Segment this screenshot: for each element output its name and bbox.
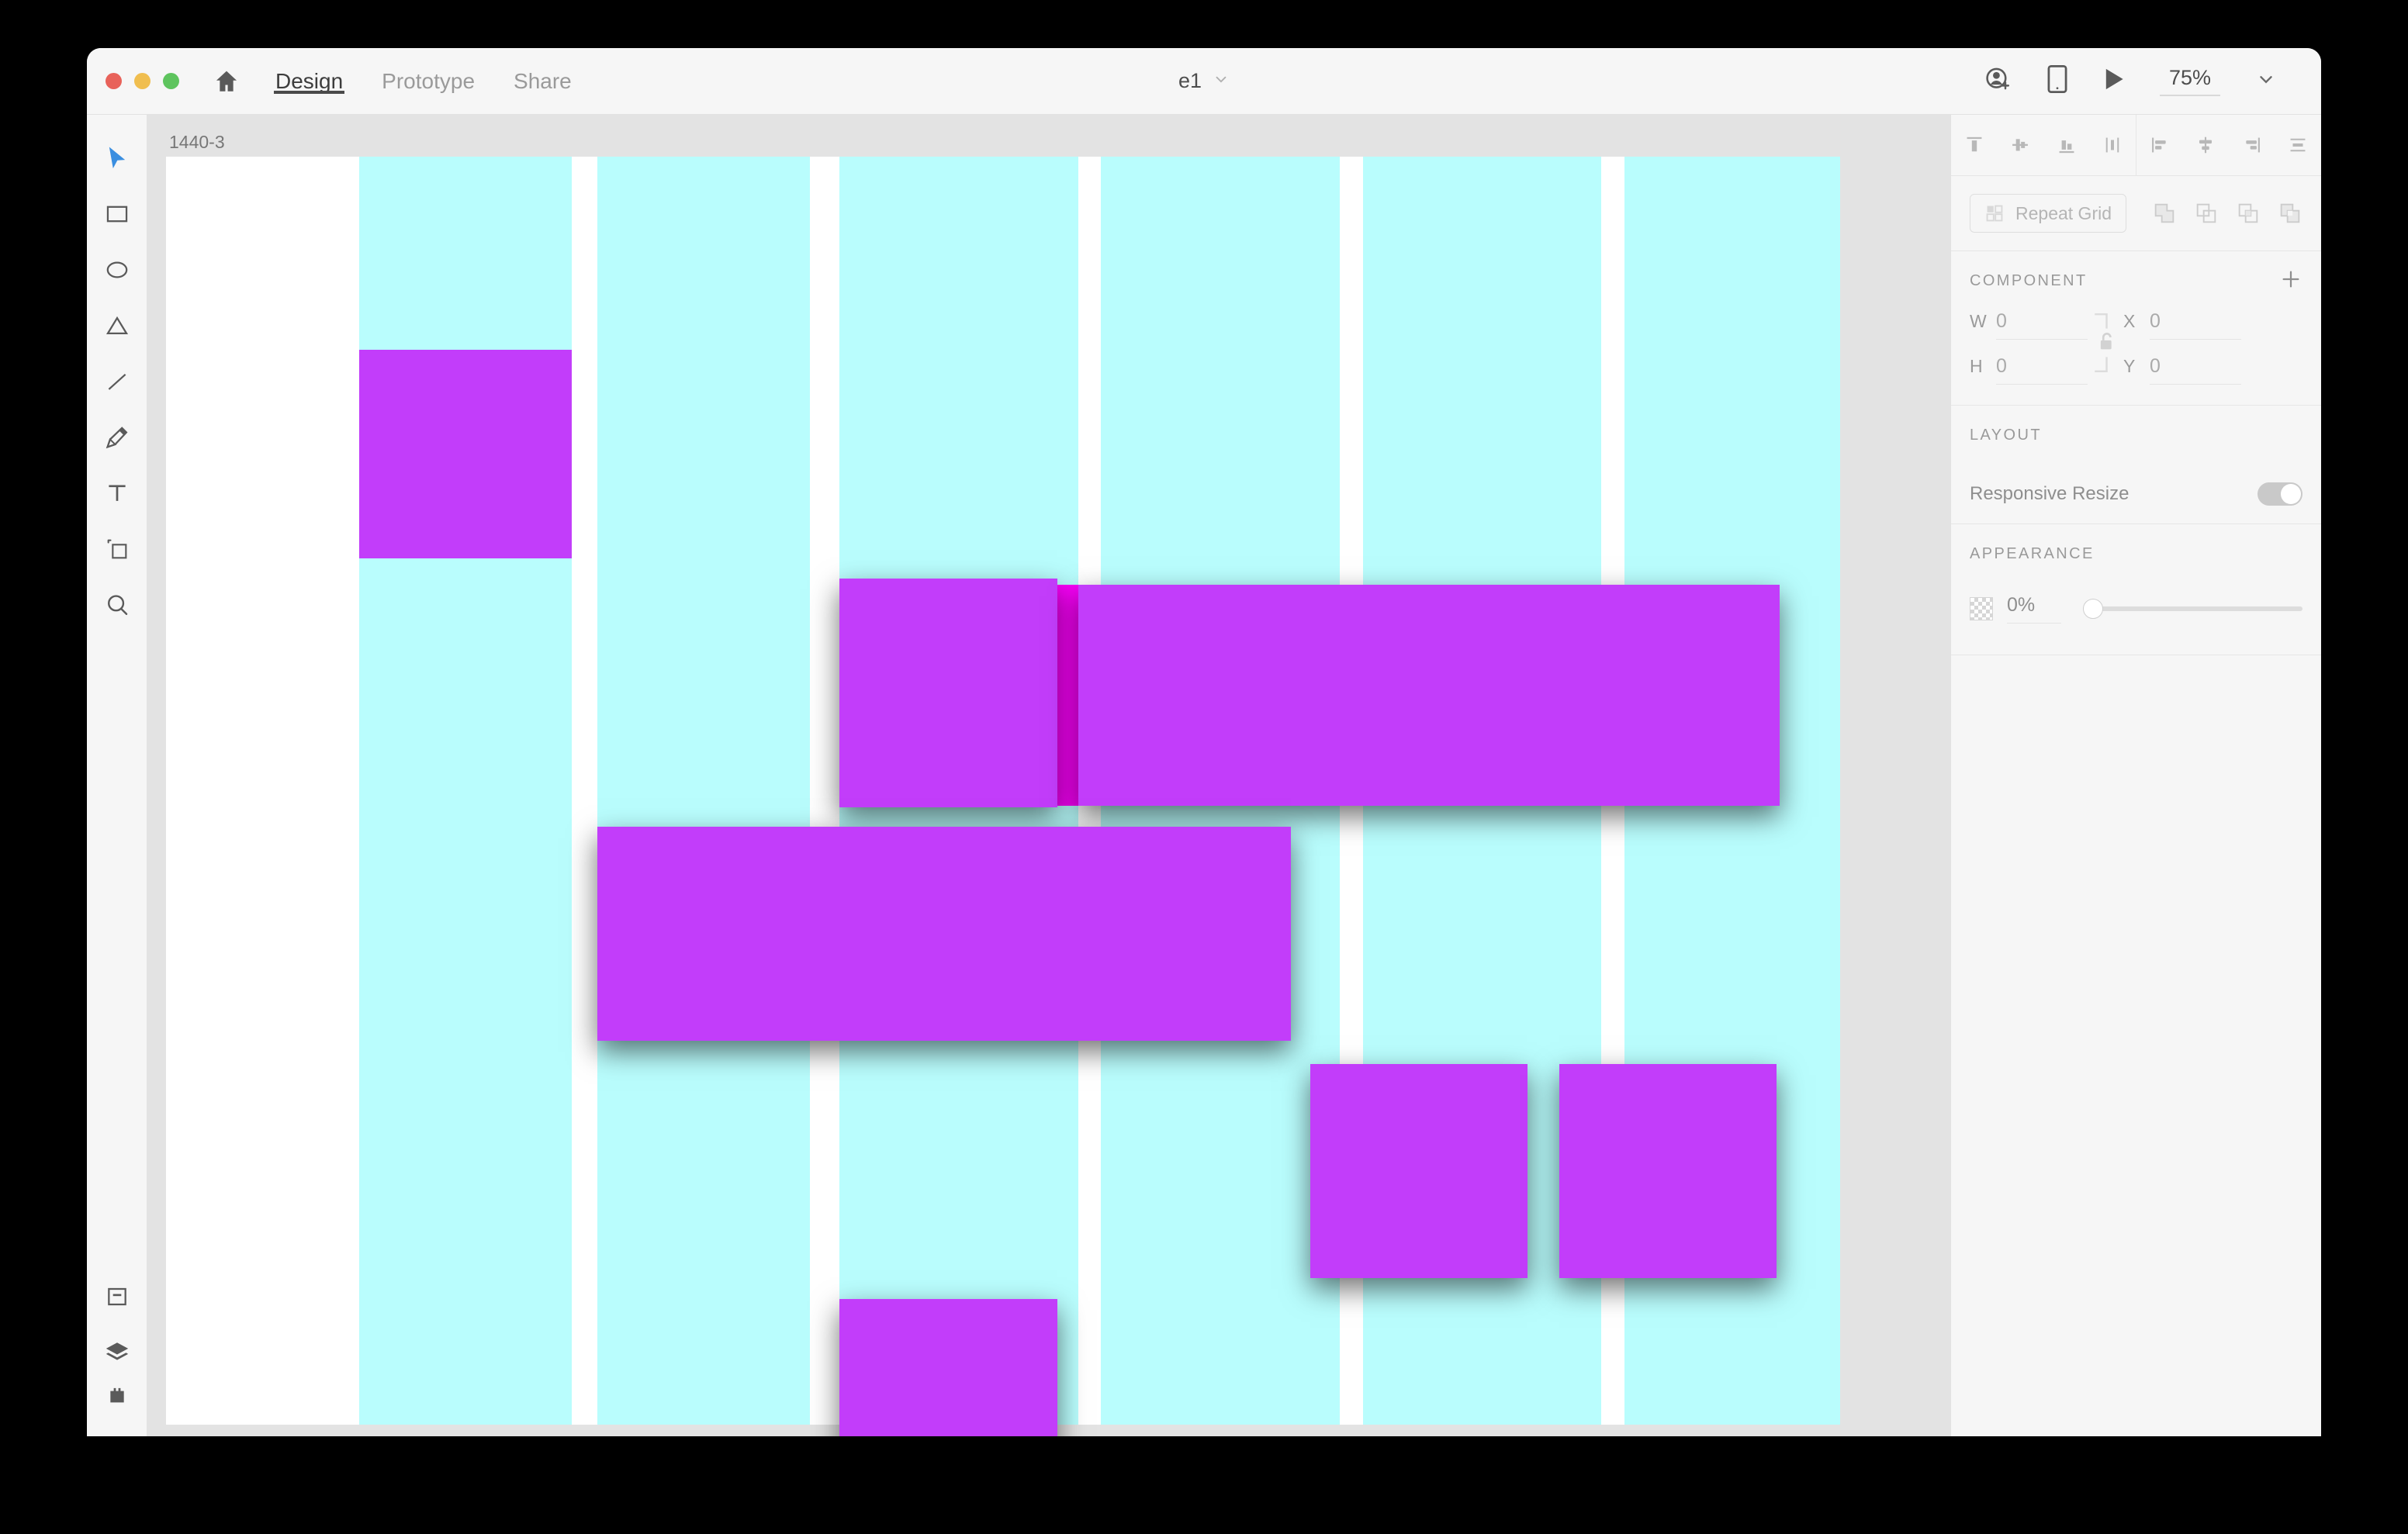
rectangle-tool[interactable]	[87, 186, 147, 242]
height-label: H	[1970, 356, 1983, 376]
mode-tabs: Design Prototype Share	[274, 48, 573, 114]
alignment-section	[1951, 115, 2321, 176]
transparency-checker-icon	[1970, 597, 1993, 620]
opacity-slider[interactable]	[2083, 597, 2302, 620]
block-band-upper[interactable]	[1078, 585, 1780, 806]
opacity-slider-track	[2083, 606, 2302, 611]
y-field[interactable]: Y 0	[2123, 355, 2241, 385]
tab-design[interactable]: Design	[274, 48, 345, 114]
tab-share[interactable]: Share	[512, 48, 573, 114]
x-field[interactable]: X 0	[2123, 310, 2241, 340]
block-col3-mid[interactable]	[839, 578, 1057, 807]
align-middle-icon[interactable]	[2010, 135, 2030, 155]
artboard-name-label[interactable]: 1440-3	[169, 132, 225, 153]
x-label: X	[2123, 311, 2136, 331]
block-col3-bottom[interactable]	[839, 1299, 1057, 1436]
design-canvas[interactable]: 1440-3	[147, 115, 1950, 1436]
component-section-title: COMPONENT	[1970, 271, 2088, 289]
opacity-value[interactable]: 0%	[2007, 594, 2061, 624]
zoom-control: 75%	[2160, 66, 2276, 96]
grid-column-1[interactable]	[358, 157, 572, 1425]
chevron-down-icon[interactable]	[1213, 71, 1230, 92]
line-tool[interactable]	[87, 354, 147, 409]
align-bottom-icon[interactable]	[2057, 135, 2077, 155]
ellipse-tool[interactable]	[87, 242, 147, 298]
block-col1[interactable]	[358, 349, 572, 559]
component-section: COMPONENT W 0 X 0 H 0 Y 0	[1951, 251, 2321, 406]
assets-panel-button[interactable]	[87, 1269, 147, 1325]
height-field[interactable]: H 0	[1970, 355, 2088, 385]
layout-section: LAYOUT Responsive Resize	[1951, 406, 2321, 524]
appearance-section-title: APPEARANCE	[1970, 544, 2095, 562]
width-input[interactable]: 0	[1996, 310, 2088, 340]
responsive-resize-row: Responsive Resize	[1951, 465, 2321, 523]
document-title-label: e1	[1178, 69, 1202, 92]
artboard-1440-3[interactable]	[166, 157, 1840, 1436]
plugins-panel-button[interactable]	[87, 1380, 147, 1436]
layout-section-title: LAYOUT	[1970, 426, 2042, 444]
align-center-icon[interactable]	[2195, 135, 2216, 155]
align-horizontal-group	[2136, 115, 2321, 175]
opacity-row: 0%	[1951, 583, 2321, 655]
zoom-chevron-down-icon[interactable]	[2256, 69, 2276, 93]
plus-icon[interactable]	[2279, 268, 2302, 295]
repeat-grid-button[interactable]: Repeat Grid	[1970, 194, 2127, 233]
opacity-slider-knob[interactable]	[2083, 599, 2103, 619]
minimize-window-button[interactable]	[134, 73, 150, 89]
grid-column-2[interactable]	[597, 157, 811, 1425]
titlebar-actions: 75%	[1984, 65, 2276, 97]
y-label: Y	[2123, 356, 2136, 376]
pen-tool[interactable]	[87, 409, 147, 465]
repeat-grid-section: Repeat Grid	[1951, 176, 2321, 251]
y-input[interactable]: 0	[2150, 355, 2241, 385]
repeat-grid-label: Repeat Grid	[2015, 202, 2112, 223]
transform-fields: W 0 X 0 H 0 Y 0	[1951, 310, 2321, 405]
boolean-subtract-icon[interactable]	[2194, 201, 2219, 226]
maximize-window-button[interactable]	[163, 73, 179, 89]
invite-user-icon[interactable]	[1984, 65, 2012, 97]
play-preview-icon[interactable]	[2102, 67, 2126, 95]
align-right-icon[interactable]	[2242, 135, 2262, 155]
device-preview-icon[interactable]	[2046, 65, 2068, 97]
title-bar: Design Prototype Share e1 75%	[87, 48, 2321, 115]
layers-panel-button[interactable]	[87, 1325, 147, 1380]
appearance-section: APPEARANCE 0%	[1951, 524, 2321, 655]
left-toolbar	[87, 115, 147, 1436]
app-body: 1440-3 Repeat Grid COMPONENT W 0 X 0 H 0…	[87, 115, 2321, 1436]
unlocked-padlock-icon	[2100, 333, 2112, 350]
underlay-strip-1	[1057, 585, 1081, 806]
block-col5-low[interactable]	[1310, 1063, 1528, 1278]
responsive-resize-toggle[interactable]	[2258, 482, 2302, 506]
tab-prototype[interactable]: Prototype	[380, 48, 476, 114]
width-label: W	[1970, 311, 1987, 331]
responsive-resize-label: Responsive Resize	[1970, 483, 2129, 504]
align-left-icon[interactable]	[2150, 135, 2170, 155]
polygon-tool[interactable]	[87, 298, 147, 354]
block-band-lower[interactable]	[597, 827, 1291, 1042]
xd-window: Design Prototype Share e1 75% 1440-3 Rep…	[87, 48, 2321, 1436]
x-input[interactable]: 0	[2150, 310, 2241, 340]
distribute-vertical-icon[interactable]	[2102, 135, 2123, 155]
height-input[interactable]: 0	[1996, 355, 2088, 385]
home-icon[interactable]	[213, 68, 240, 95]
zoom-level-value[interactable]: 75%	[2160, 66, 2220, 96]
distribute-horizontal-icon[interactable]	[2288, 135, 2308, 155]
text-tool[interactable]	[87, 465, 147, 521]
select-tool[interactable]	[87, 130, 147, 186]
width-field[interactable]: W 0	[1970, 310, 2088, 340]
repeat-grid-icon	[1984, 203, 2005, 223]
boolean-intersect-icon[interactable]	[2236, 201, 2261, 226]
boolean-operations-group	[2152, 201, 2302, 226]
align-top-icon[interactable]	[1964, 135, 1984, 155]
close-window-button[interactable]	[106, 73, 122, 89]
properties-panel: Repeat Grid COMPONENT W 0 X 0 H 0 Y 0 LA…	[1950, 115, 2321, 1436]
document-title[interactable]: e1	[1178, 69, 1230, 93]
boolean-exclude-icon[interactable]	[2278, 201, 2302, 226]
boolean-add-icon[interactable]	[2152, 201, 2177, 226]
artboard-tool[interactable]	[87, 521, 147, 577]
traffic-lights	[106, 73, 179, 89]
zoom-tool[interactable]	[87, 577, 147, 633]
align-vertical-group	[1951, 115, 2136, 175]
block-col6-low[interactable]	[1559, 1063, 1777, 1278]
